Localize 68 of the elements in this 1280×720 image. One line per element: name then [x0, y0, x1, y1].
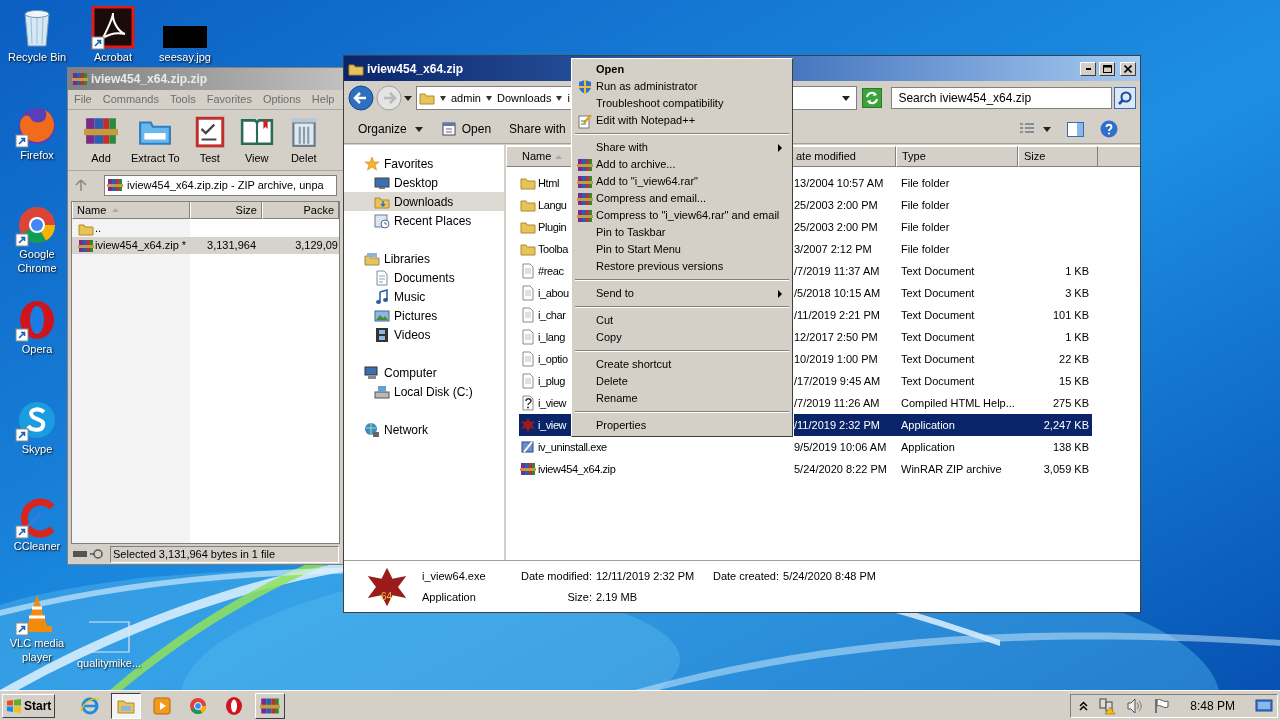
file-type: Text Document	[901, 286, 976, 301]
file-name: i_view	[538, 417, 567, 433]
file-size: 22 KB	[1059, 353, 1089, 365]
file-size: 3 KB	[1065, 287, 1089, 299]
date-modified: /17/2019 9:45 AM	[794, 374, 882, 389]
file-size: 3,059 KB	[1043, 463, 1089, 475]
file-type: Text Document	[901, 352, 976, 367]
window-title: iview454_x64.zip.zip	[91, 71, 208, 88]
file-name: i_view64.exe	[422, 569, 487, 584]
date-modified: 5/24/2020 8:22 PM	[794, 462, 888, 477]
file-name: iv_uninstall.exe	[538, 439, 607, 455]
file-type: Text Document	[901, 374, 976, 389]
file-size: 138 KB	[1052, 441, 1089, 453]
file-name: iview454_x64.zip *	[95, 238, 187, 254]
file-size: 2,247 KB	[1043, 419, 1089, 431]
file-type: File folder	[901, 220, 951, 235]
file-name: i_plug	[538, 373, 565, 389]
date-modified: 12/2017 2:50 PM	[794, 330, 879, 345]
date-modified: 3/2007 2:12 PM	[794, 242, 873, 257]
file-name: Toolba	[538, 241, 568, 257]
field-label: Date created:	[713, 569, 780, 584]
file-name: i_lang	[538, 329, 565, 345]
file-name: Langu	[538, 197, 567, 213]
file-type: WinRAR ZIP archive	[901, 462, 1003, 477]
version-number: 64	[381, 589, 393, 604]
date-modified: 25/2003 2:00 PM	[794, 198, 879, 213]
file-name: ..	[95, 221, 102, 237]
file-name: i_view	[538, 395, 567, 411]
file-name: iview454_x64.zip	[538, 461, 616, 477]
file-size: 1 KB	[1065, 331, 1089, 343]
date-modified: /5/2018 10:15 AM	[794, 286, 882, 301]
date-modified: /11/2019 2:21 PM	[794, 308, 882, 323]
file-size: 15 KB	[1059, 375, 1089, 387]
packed-size: 3,129,09	[295, 239, 338, 252]
file-name: i_char	[538, 307, 566, 323]
file-type: Text Document	[901, 330, 976, 345]
window-title: iview454_x64.zip	[367, 60, 464, 78]
date-modified: 10/2019 1:00 PM	[794, 352, 879, 367]
file-size: 1 KB	[1065, 265, 1089, 277]
file-type: Text Document	[901, 308, 976, 323]
file-name: i_optio	[538, 351, 568, 367]
field-label: Date modified:	[520, 569, 592, 584]
field-value: 2.19 MB	[596, 589, 638, 605]
field-label: Size:	[566, 589, 592, 605]
date-modified: /7/2019 11:37 AM	[794, 264, 881, 279]
file-type: File folder	[901, 242, 951, 257]
date-modified: /7/2019 11:26 AM	[794, 396, 881, 411]
file-size: 101 KB	[1052, 309, 1089, 321]
file-type: Application	[901, 414, 1021, 436]
file-name: i_abou	[538, 285, 569, 301]
file-type: Compiled HTML Help...	[901, 396, 1016, 411]
file-name: #reac	[538, 263, 564, 279]
file-name: Html	[538, 175, 559, 191]
file-size: 3,131,964	[207, 239, 256, 252]
file-type: Text Document	[901, 264, 976, 279]
date-modified: /11/2019 2:32 PM	[794, 414, 901, 436]
date-modified: 25/2003 2:00 PM	[794, 220, 879, 235]
file-type: File folder	[901, 198, 951, 213]
date-modified: 9/5/2019 10:06 AM	[794, 440, 888, 455]
field-value: 12/11/2019 2:32 PM	[596, 569, 696, 584]
file-size: 275 KB	[1052, 397, 1089, 409]
file-name: Plugin	[538, 219, 567, 235]
file-type: Application	[422, 589, 477, 605]
file-type: File folder	[901, 176, 951, 191]
date-modified: 13/2004 10:57 AM	[794, 176, 885, 191]
field-value: 5/24/2020 8:48 PM	[783, 569, 876, 584]
file-type: Application	[901, 440, 956, 455]
status-text: Selected 3,131,964 bytes in 1 file	[110, 545, 339, 563]
